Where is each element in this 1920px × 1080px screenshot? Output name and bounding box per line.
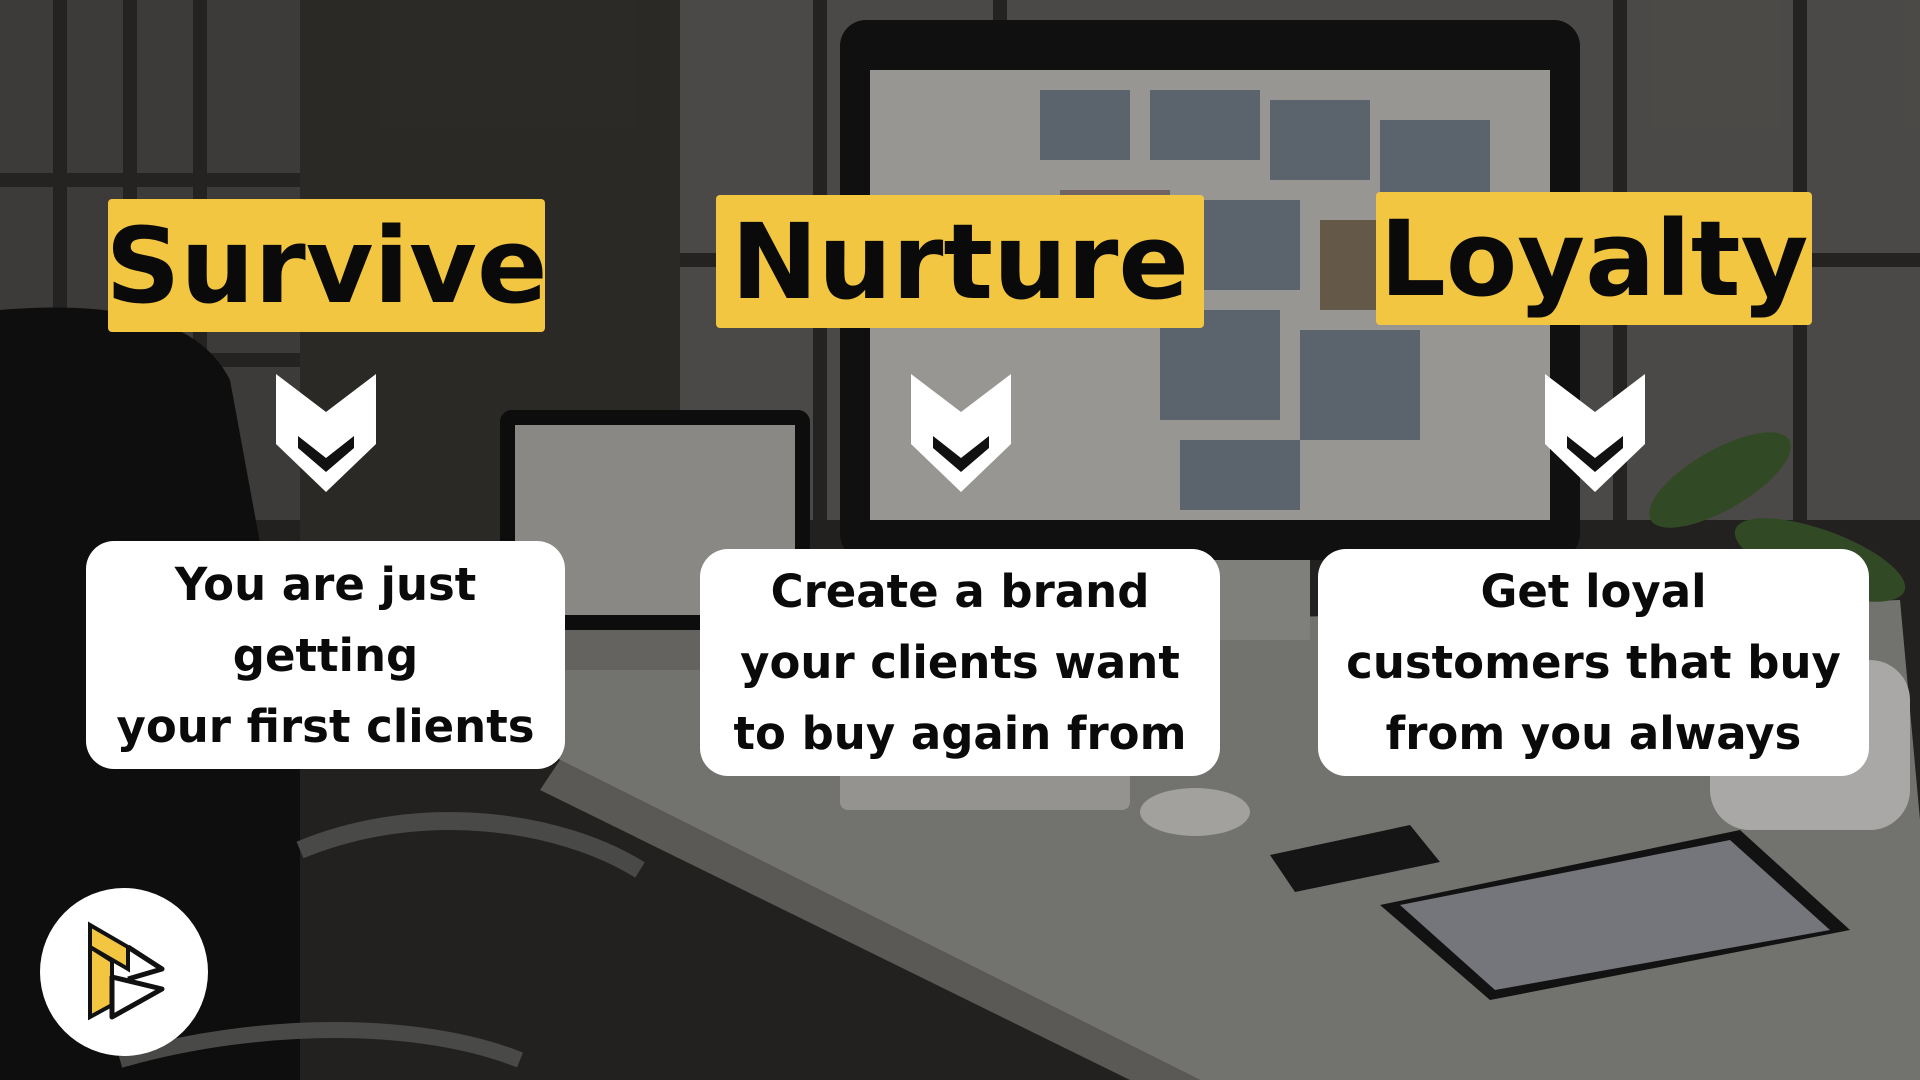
chevron-down-icon — [1545, 374, 1645, 492]
description-line: You are just — [174, 557, 477, 611]
description-line: getting — [232, 628, 419, 682]
description-line: from you always — [1385, 707, 1802, 760]
description-line: your clients want — [740, 636, 1180, 689]
description-line: to buy again from — [733, 707, 1187, 760]
description-line: customers that buy — [1346, 636, 1841, 689]
stage-description-nurture: Create a brand your clients want to buy … — [700, 549, 1220, 776]
brand-logo-icon — [88, 921, 165, 1021]
description-line: Get loyal — [1480, 565, 1707, 618]
stage-title-survive: Survive — [106, 199, 548, 332]
stage-description-loyalty: Get loyal customers that buy from you al… — [1318, 549, 1869, 776]
stage-title-loyalty: Loyalty — [1376, 192, 1812, 325]
chevron-down-icon — [276, 374, 376, 492]
stage-title-nurture: Nurture — [716, 195, 1204, 328]
chevron-down-icon — [911, 374, 1011, 492]
description-line: Create a brand — [770, 565, 1150, 618]
stage-description-survive: You are just getting your first clients — [86, 541, 565, 769]
brand-logo — [40, 888, 208, 1056]
dark-overlay — [0, 0, 1920, 1080]
description-line: your first clients — [116, 699, 535, 753]
